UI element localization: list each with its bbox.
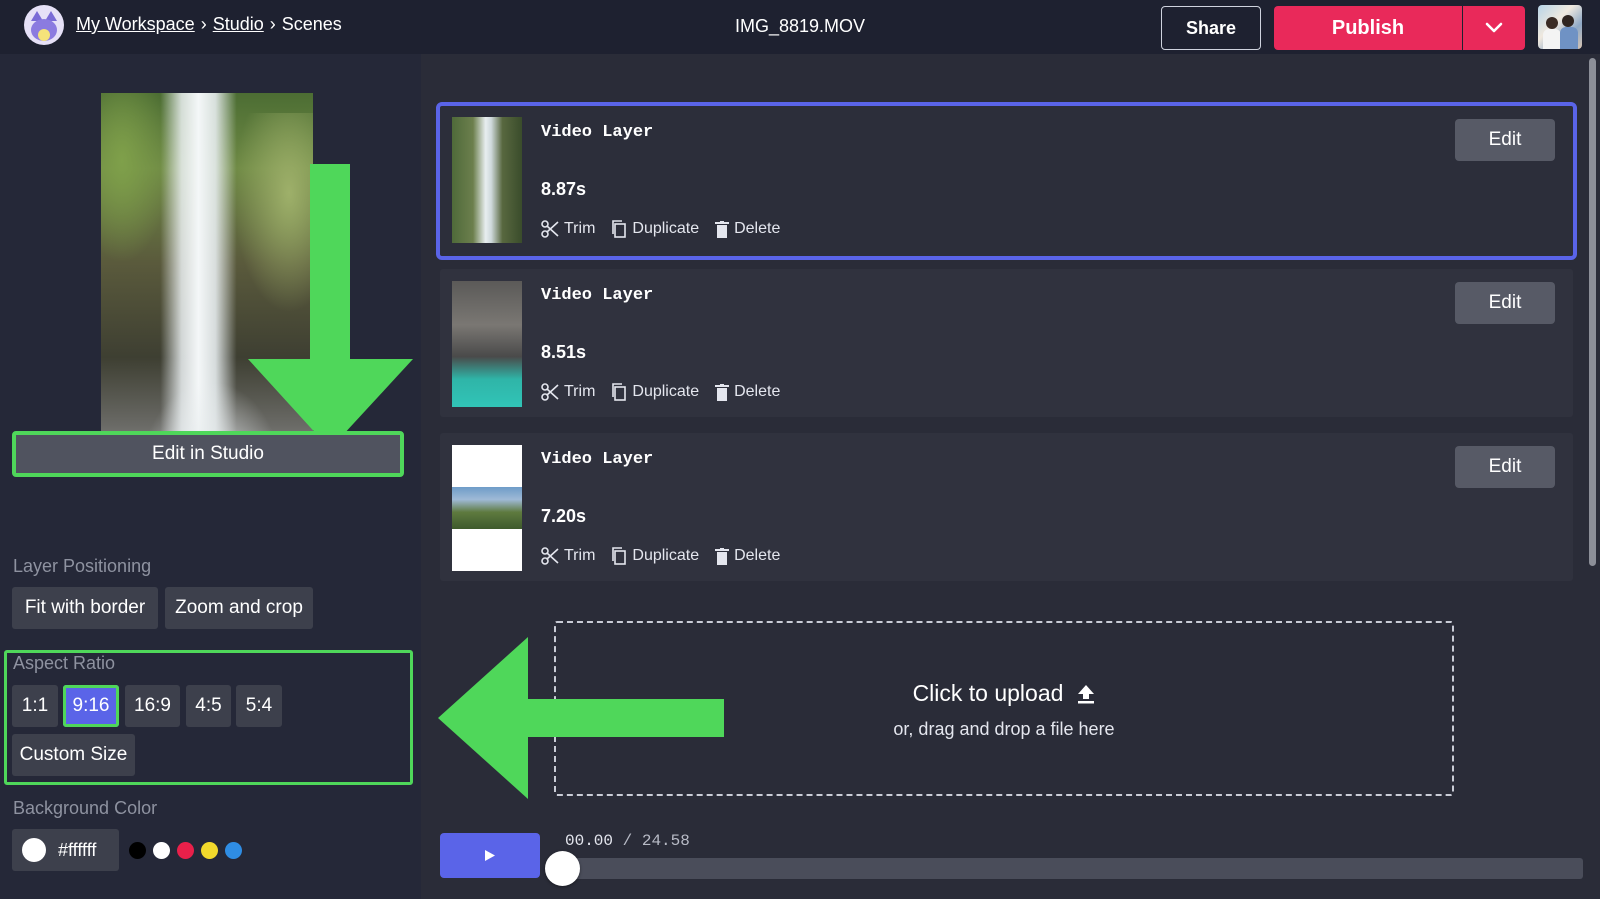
delete-label: Delete xyxy=(734,220,781,237)
aspect-ratio-label: Aspect Ratio xyxy=(13,653,116,673)
upload-title: Click to upload xyxy=(912,680,1064,706)
swatch-white[interactable] xyxy=(153,842,170,859)
publish-dropdown-button[interactable] xyxy=(1463,6,1525,50)
delete-button[interactable]: Delete xyxy=(715,220,780,238)
swatch-yellow[interactable] xyxy=(201,842,218,859)
breadcrumb-separator: › xyxy=(269,14,276,34)
user-avatar[interactable] xyxy=(1538,5,1582,49)
layer-thumbnail xyxy=(452,445,522,571)
fit-with-border-button[interactable]: Fit with border xyxy=(12,587,158,629)
total-time: 24.58 xyxy=(641,832,690,850)
swatch-black[interactable] xyxy=(129,842,146,859)
duplicate-button[interactable]: Duplicate xyxy=(611,547,699,565)
duplicate-label: Duplicate xyxy=(632,220,700,237)
breadcrumb-studio-link[interactable]: Studio xyxy=(213,14,264,35)
duplicate-label: Duplicate xyxy=(632,547,700,564)
duplicate-label: Duplicate xyxy=(632,383,700,400)
scissors-icon xyxy=(541,547,559,565)
scissors-icon xyxy=(541,220,559,238)
zoom-and-crop-button[interactable]: Zoom and crop xyxy=(165,587,313,629)
trash-icon xyxy=(715,383,730,401)
copy-icon xyxy=(612,547,627,565)
trim-label: Trim xyxy=(564,547,596,564)
upload-icon xyxy=(1078,684,1095,703)
duplicate-button[interactable]: Duplicate xyxy=(611,220,699,238)
swatch-blue[interactable] xyxy=(225,842,242,859)
edit-layer-button[interactable]: Edit xyxy=(1455,282,1555,324)
delete-button[interactable]: Delete xyxy=(715,547,780,565)
aspect-1-1-button[interactable]: 1:1 xyxy=(12,685,58,727)
breadcrumb: My Workspace › Studio › Scenes xyxy=(76,14,342,35)
delete-label: Delete xyxy=(734,547,781,564)
layer-title: Video Layer xyxy=(541,450,654,469)
edit-layer-button[interactable]: Edit xyxy=(1455,119,1555,161)
layer-title: Video Layer xyxy=(541,123,654,142)
trash-icon xyxy=(715,547,730,565)
layer-thumbnail xyxy=(452,117,522,243)
aspect-9-16-button[interactable]: 9:16 xyxy=(63,685,119,727)
copy-icon xyxy=(612,220,627,238)
edit-in-studio-button[interactable]: Edit in Studio xyxy=(12,431,404,477)
layer-duration: 8.51s xyxy=(541,342,587,362)
breadcrumb-separator: › xyxy=(200,14,207,34)
time-readout: 00.00 / 24.58 xyxy=(565,832,690,850)
app-logo-icon[interactable] xyxy=(24,5,64,45)
timeline-track[interactable] xyxy=(556,858,1583,879)
play-button[interactable] xyxy=(440,833,540,878)
swatch-red[interactable] xyxy=(177,842,194,859)
file-name[interactable]: IMG_8819.MOV xyxy=(735,16,865,36)
layer-title: Video Layer xyxy=(541,286,654,305)
timeline-playhead[interactable] xyxy=(545,851,580,886)
aspect-5-4-button[interactable]: 5:4 xyxy=(236,685,282,727)
color-preview-dot xyxy=(22,838,46,862)
color-swatches xyxy=(129,842,242,859)
background-color-label: Background Color xyxy=(13,798,158,818)
layer-duration: 7.20s xyxy=(541,506,587,526)
layer-duration: 8.87s xyxy=(541,179,587,199)
delete-label: Delete xyxy=(734,383,781,400)
breadcrumb-current: Scenes xyxy=(281,14,342,34)
breadcrumb-workspace-link[interactable]: My Workspace xyxy=(76,14,195,35)
annotation-arrow-left-icon xyxy=(438,637,724,799)
chevron-down-icon xyxy=(1485,22,1503,33)
trash-icon xyxy=(715,220,730,238)
publish-button[interactable]: Publish xyxy=(1274,6,1462,50)
aspect-4-5-button[interactable]: 4:5 xyxy=(186,685,231,727)
duplicate-button[interactable]: Duplicate xyxy=(611,383,699,401)
trim-label: Trim xyxy=(564,383,596,400)
scissors-icon xyxy=(541,383,559,401)
copy-icon xyxy=(612,383,627,401)
play-icon xyxy=(485,850,495,861)
layer-thumbnail xyxy=(452,281,522,407)
current-time: 00.00 xyxy=(565,832,614,850)
scrollbar[interactable] xyxy=(1589,58,1596,566)
trim-button[interactable]: Trim xyxy=(541,383,595,401)
trim-button[interactable]: Trim xyxy=(541,220,595,238)
delete-button[interactable]: Delete xyxy=(715,383,780,401)
edit-layer-button[interactable]: Edit xyxy=(1455,446,1555,488)
trim-button[interactable]: Trim xyxy=(541,547,595,565)
top-bar: My Workspace › Studio › Scenes IMG_8819.… xyxy=(0,0,1600,54)
custom-size-button[interactable]: Custom Size xyxy=(12,734,135,776)
background-color-value: #ffffff xyxy=(58,839,97,860)
trim-label: Trim xyxy=(564,220,596,237)
time-separator: / xyxy=(622,832,633,850)
share-button[interactable]: Share xyxy=(1161,6,1261,50)
aspect-16-9-button[interactable]: 16:9 xyxy=(125,685,180,727)
layer-positioning-label: Layer Positioning xyxy=(13,556,152,576)
background-color-picker[interactable]: #ffffff xyxy=(12,829,119,871)
